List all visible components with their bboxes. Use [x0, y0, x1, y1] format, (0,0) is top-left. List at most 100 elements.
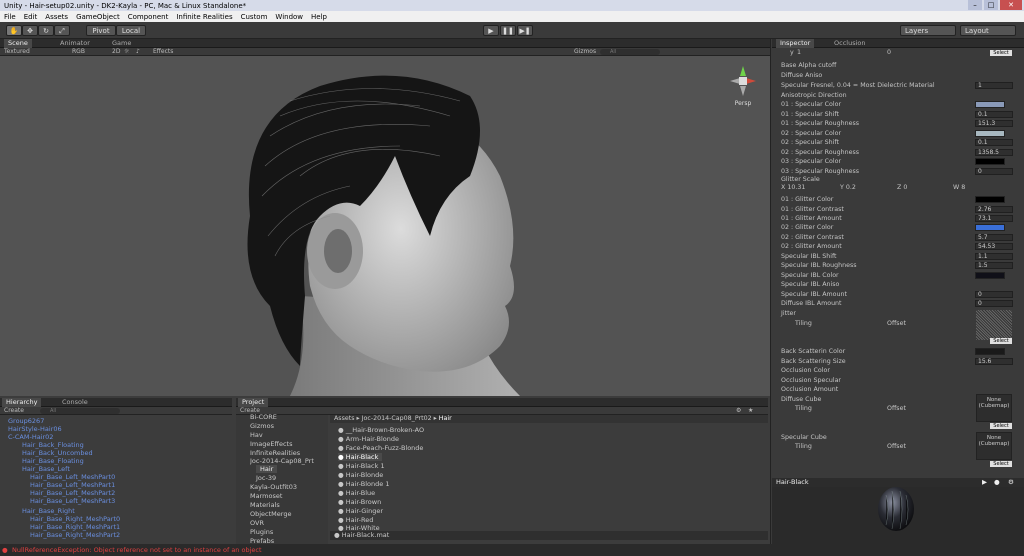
select-button[interactable]: Select — [990, 423, 1012, 429]
property-value-field[interactable]: 5.7 — [975, 234, 1013, 241]
property-value-field[interactable]: 0.1 — [975, 139, 1013, 146]
hierarchy-item[interactable]: Group6267 — [8, 417, 44, 425]
play-button[interactable]: ▶ — [483, 25, 499, 36]
material-preview[interactable] — [772, 487, 1024, 544]
property-value-field[interactable]: 73.1 — [975, 215, 1013, 222]
hierarchy-search-input[interactable]: All — [40, 408, 120, 414]
star-icon[interactable]: ★ — [748, 407, 753, 415]
top-y-value[interactable]: 1 — [797, 48, 801, 57]
preview-sphere-icon[interactable]: ● — [994, 478, 1000, 487]
menu-file[interactable]: File — [4, 13, 16, 21]
glitter-scale-w[interactable]: W 8 — [953, 183, 965, 192]
folder-item[interactable]: Kayla-Outfit03 — [250, 483, 297, 491]
2d-toggle[interactable]: 2D — [112, 48, 120, 56]
top-y-offset[interactable]: 0 — [887, 48, 891, 57]
property-value-field[interactable]: 1.1 — [975, 253, 1013, 260]
tab-game[interactable]: Game — [108, 39, 135, 48]
tab-console[interactable]: Console — [58, 398, 92, 407]
persp-label[interactable]: Persp — [728, 100, 758, 107]
audio-icon[interactable]: ♪ — [136, 48, 140, 56]
property-value-field[interactable]: 1.5 — [975, 262, 1013, 269]
preview-play-icon[interactable]: ▶ — [982, 478, 987, 487]
menu-help[interactable]: Help — [311, 13, 327, 21]
hand-tool-icon[interactable]: ✋ — [6, 25, 22, 36]
glitter-scale-y[interactable]: Y 0.2 — [840, 183, 856, 192]
asset-item[interactable]: ● Hair-Blonde — [338, 471, 383, 479]
tab-project[interactable]: Project — [238, 398, 269, 407]
scene-view[interactable]: Persp — [0, 56, 770, 396]
menu-edit[interactable]: Edit — [24, 13, 38, 21]
local-toggle[interactable]: Local — [116, 25, 146, 36]
rotate-tool-icon[interactable]: ↻ — [38, 25, 54, 36]
hierarchy-item[interactable]: C-CAM-Hair02 — [8, 433, 53, 441]
folder-item[interactable]: Joc-2014-Cap08_Prt — [250, 457, 326, 465]
hierarchy-item[interactable]: Hair_Base_Right_MeshPart2 — [30, 531, 120, 539]
folder-item[interactable]: Gizmos — [250, 422, 274, 430]
folder-item-selected[interactable]: Hair — [256, 465, 278, 473]
folder-item[interactable]: InfiniteRealities — [250, 449, 300, 457]
specular-cubemap-slot[interactable]: None (Cubemap) — [976, 432, 1012, 460]
scene-gizmo[interactable]: Persp — [728, 64, 758, 108]
asset-item[interactable]: ● Hair-Red — [338, 516, 373, 524]
effects-dropdown[interactable]: Effects — [153, 48, 173, 56]
close-button[interactable]: ✕ — [1000, 0, 1022, 10]
property-value-field[interactable]: 54.53 — [975, 243, 1013, 250]
maximize-button[interactable]: □ — [984, 0, 998, 10]
glitter-scale-z[interactable]: Z 0 — [897, 183, 907, 192]
property-value-field[interactable]: 0 — [975, 168, 1013, 175]
hierarchy-item[interactable]: Hair_Back_Floating — [22, 441, 84, 449]
hierarchy-item[interactable]: Hair_Base_Left — [22, 465, 70, 473]
rgb-dropdown[interactable]: RGB — [72, 48, 85, 56]
hierarchy-item[interactable]: Hair_Base_Left_MeshPart0 — [30, 473, 115, 481]
color-swatch[interactable] — [975, 101, 1005, 108]
property-value-field[interactable]: 15.6 — [975, 358, 1013, 365]
asset-item[interactable]: ● Hair-Blonde 1 — [338, 480, 390, 488]
color-swatch[interactable] — [975, 158, 1005, 165]
hierarchy-item[interactable]: Hair_Base_Right_MeshPart0 — [30, 515, 120, 523]
hierarchy-item[interactable]: Hair_Base_Left_MeshPart2 — [30, 489, 115, 497]
step-button[interactable]: ▶❚ — [517, 25, 533, 36]
breadcrumb-item[interactable]: Assets — [334, 415, 355, 422]
scale-tool-icon[interactable]: ⤢ — [54, 25, 70, 36]
menu-assets[interactable]: Assets — [45, 13, 68, 21]
hierarchy-item[interactable]: Hair_Base_Left_MeshPart1 — [30, 481, 115, 489]
color-swatch[interactable] — [975, 130, 1005, 137]
menu-gameobject[interactable]: GameObject — [76, 13, 120, 21]
glitter-scale-x[interactable]: X 10.31 — [781, 183, 805, 192]
jitter-texture-thumbnail[interactable] — [976, 310, 1012, 340]
layout-dropdown[interactable]: Layout — [960, 25, 1016, 36]
asset-item[interactable]: ● Hair-Ginger — [338, 507, 383, 515]
diffuse-cubemap-slot[interactable]: None (Cubemap) — [976, 394, 1012, 422]
hierarchy-item[interactable]: Hair_Base_Left_MeshPart3 — [30, 497, 115, 505]
tab-inspector[interactable]: Inspector — [776, 39, 815, 48]
asset-item[interactable]: ● Hair-Black 1 — [338, 462, 385, 470]
property-value-field[interactable]: 151.3 — [975, 120, 1013, 127]
scene-search-input[interactable]: All — [600, 49, 660, 55]
gizmos-dropdown[interactable]: Gizmos — [574, 48, 596, 56]
folder-item[interactable]: ImageEffects — [250, 440, 292, 448]
property-value-field[interactable]: 1358.5 — [975, 149, 1013, 156]
property-value-field[interactable]: 2.76 — [975, 206, 1013, 213]
menu-window[interactable]: Window — [275, 13, 303, 21]
pivot-toggle[interactable]: Pivot — [86, 25, 116, 36]
hierarchy-item[interactable]: Hair_Base_Right — [22, 507, 75, 515]
folder-item[interactable]: Hav — [250, 431, 263, 439]
tab-hierarchy[interactable]: Hierarchy — [2, 398, 42, 407]
select-button[interactable]: Select — [990, 50, 1012, 56]
preview-settings-icon[interactable]: ⚙ — [1008, 478, 1014, 487]
pause-button[interactable]: ❚❚ — [500, 25, 516, 36]
asset-item[interactable]: ● Arm-Hair-Blonde — [338, 435, 399, 443]
color-swatch[interactable] — [975, 348, 1005, 355]
asset-item[interactable]: ● __Hair-Brown-Broken-AO — [338, 426, 424, 434]
property-value-field[interactable]: 0 — [975, 291, 1013, 298]
property-value-field[interactable]: 1 — [975, 82, 1013, 89]
minimize-button[interactable]: – — [968, 0, 982, 10]
select-button[interactable]: Select — [990, 461, 1012, 467]
menu-component[interactable]: Component — [128, 13, 169, 21]
tab-occlusion[interactable]: Occlusion — [830, 39, 869, 48]
folder-item[interactable]: Joc-39 — [256, 474, 276, 482]
breadcrumb-item[interactable]: Joc-2014-Cap08_Prt02 — [362, 415, 432, 422]
folder-item[interactable]: Materials — [250, 501, 280, 509]
folder-item[interactable]: Marmoset — [250, 492, 282, 500]
asset-item[interactable]: ● Hair-Brown — [338, 498, 381, 506]
